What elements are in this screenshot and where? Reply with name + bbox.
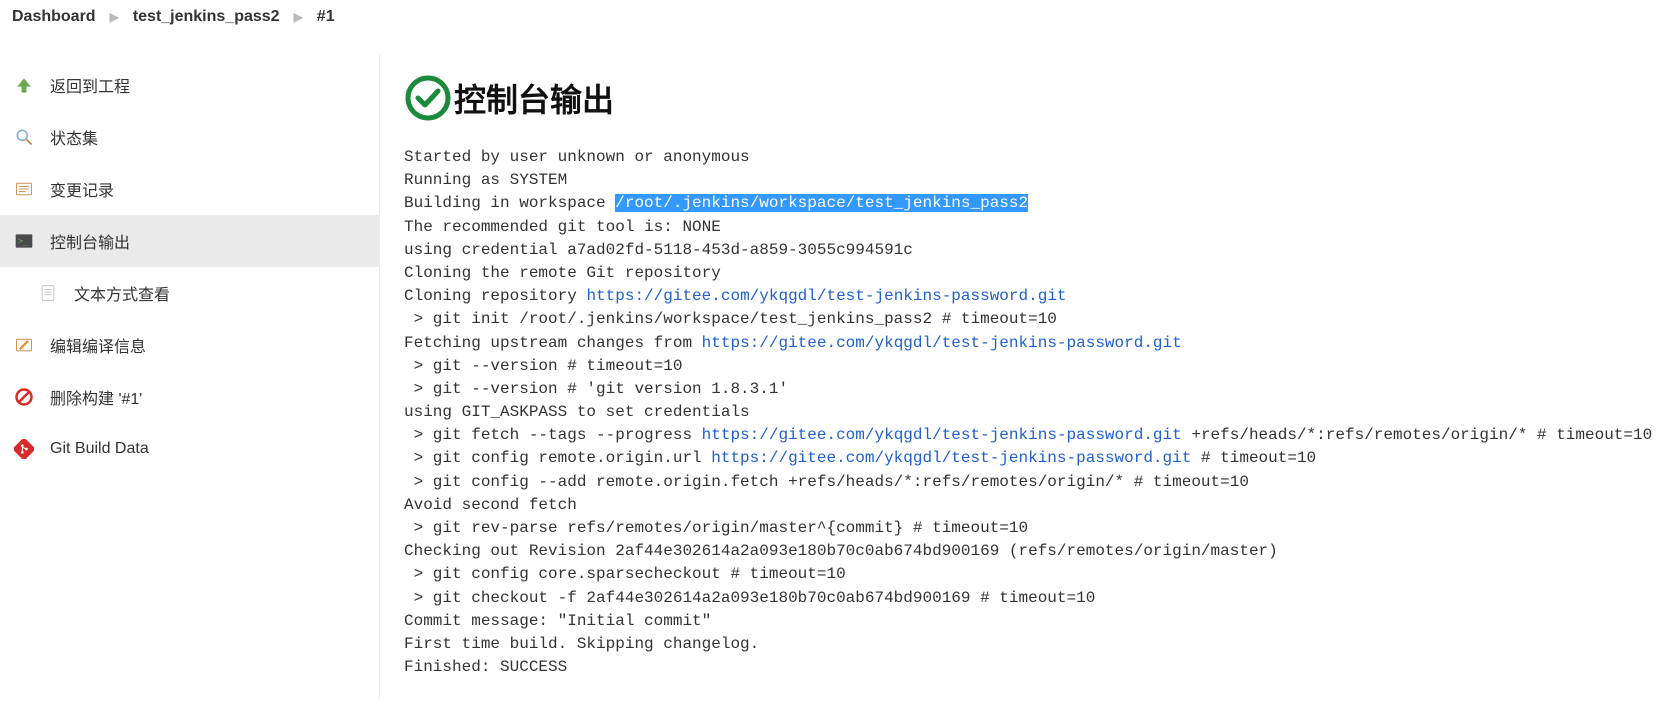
console-line: Cloning repository — [404, 287, 586, 305]
sidebar-item-label: Git Build Data — [50, 440, 149, 458]
main-content: 控制台输出 Started by user unknown or anonymo… — [380, 54, 1669, 699]
sidebar-item-label: 状态集 — [50, 125, 98, 149]
git-icon — [12, 437, 36, 461]
sidebar-item-changes[interactable]: 变更记录 — [0, 163, 379, 215]
terminal-icon: >_ — [12, 229, 36, 253]
console-line: > git config remote.origin.url — [404, 449, 711, 467]
console-line: > git rev-parse refs/remotes/origin/mast… — [404, 519, 1028, 537]
sidebar-item-git-build-data[interactable]: Git Build Data — [0, 423, 379, 475]
console-line: Avoid second fetch — [404, 496, 577, 514]
console-line: > git fetch --tags --progress — [404, 426, 702, 444]
console-line: > git --version # timeout=10 — [404, 357, 682, 375]
console-line: > git init /root/.jenkins/workspace/test… — [404, 310, 1057, 328]
breadcrumb-build[interactable]: #1 — [309, 8, 343, 26]
sidebar-item-label: 返回到工程 — [50, 73, 130, 97]
console-line: > git config core.sparsecheckout # timeo… — [404, 565, 846, 583]
console-line: Fetching upstream changes from — [404, 334, 702, 352]
console-line: Finished: SUCCESS — [404, 658, 567, 676]
console-highlight: /root/.jenkins/workspace/test_jenkins_pa… — [615, 194, 1028, 212]
console-line: Checking out Revision 2af44e302614a2a093… — [404, 542, 1278, 560]
document-icon — [36, 281, 60, 305]
console-line: Running as SYSTEM — [404, 171, 567, 189]
console-line: > git config --add remote.origin.fetch +… — [404, 473, 1249, 491]
console-line: using GIT_ASKPASS to set credentials — [404, 403, 759, 421]
delete-icon — [12, 385, 36, 409]
sidebar-item-plaintext[interactable]: 文本方式查看 — [0, 267, 379, 319]
search-icon — [12, 125, 36, 149]
breadcrumb-job[interactable]: test_jenkins_pass2 — [125, 8, 288, 26]
chevron-right-icon: ▶ — [104, 10, 125, 24]
sidebar-item-console[interactable]: >_ 控制台输出 — [0, 215, 379, 267]
console-link[interactable]: https://gitee.com/ykqgdl/test-jenkins-pa… — [702, 426, 1182, 444]
console-line: First time build. Skipping changelog. — [404, 635, 759, 653]
notepad-pencil-icon — [12, 333, 36, 357]
sidebar-item-label: 删除构建 '#1' — [50, 385, 142, 409]
console-line: Building in workspace — [404, 194, 615, 212]
console-line: Started by user unknown or anonymous — [404, 148, 750, 166]
console-output: Started by user unknown or anonymous Run… — [404, 146, 1645, 679]
sidebar-item-status[interactable]: 状态集 — [0, 111, 379, 163]
console-line: # timeout=10 — [1191, 449, 1316, 467]
console-line: The recommended git tool is: NONE — [404, 218, 721, 236]
sidebar: 返回到工程 状态集 变更记录 >_ 控制台输出 文本方式查看 — [0, 54, 380, 699]
console-line: > git --version # 'git version 1.8.3.1' — [404, 380, 788, 398]
console-link[interactable]: https://gitee.com/ykqgdl/test-jenkins-pa… — [702, 334, 1182, 352]
sidebar-item-label: 文本方式查看 — [74, 281, 170, 305]
chevron-right-icon: ▶ — [288, 10, 309, 24]
notepad-icon — [12, 177, 36, 201]
sidebar-item-edit-build[interactable]: 编辑编译信息 — [0, 319, 379, 371]
breadcrumb: Dashboard ▶ test_jenkins_pass2 ▶ #1 — [0, 0, 1669, 34]
sidebar-item-back[interactable]: 返回到工程 — [0, 59, 379, 111]
up-arrow-icon — [12, 73, 36, 97]
svg-text:>_: >_ — [18, 236, 29, 246]
breadcrumb-dashboard[interactable]: Dashboard — [4, 8, 104, 26]
sidebar-item-label: 控制台输出 — [50, 229, 130, 253]
success-icon — [404, 74, 452, 122]
console-line: Commit message: "Initial commit" — [404, 612, 711, 630]
sidebar-item-label: 编辑编译信息 — [50, 333, 146, 357]
console-link[interactable]: https://gitee.com/ykqgdl/test-jenkins-pa… — [711, 449, 1191, 467]
sidebar-item-delete-build[interactable]: 删除构建 '#1' — [0, 371, 379, 423]
console-line: Cloning the remote Git repository — [404, 264, 721, 282]
console-line: > git checkout -f 2af44e302614a2a093e180… — [404, 589, 1095, 607]
console-line: using credential a7ad02fd-5118-453d-a859… — [404, 241, 913, 259]
console-line: +refs/heads/*:refs/remotes/origin/* # ti… — [1182, 426, 1652, 444]
console-link[interactable]: https://gitee.com/ykqgdl/test-jenkins-pa… — [586, 287, 1066, 305]
sidebar-item-label: 变更记录 — [50, 177, 114, 201]
page-title: 控制台输出 — [454, 75, 614, 121]
